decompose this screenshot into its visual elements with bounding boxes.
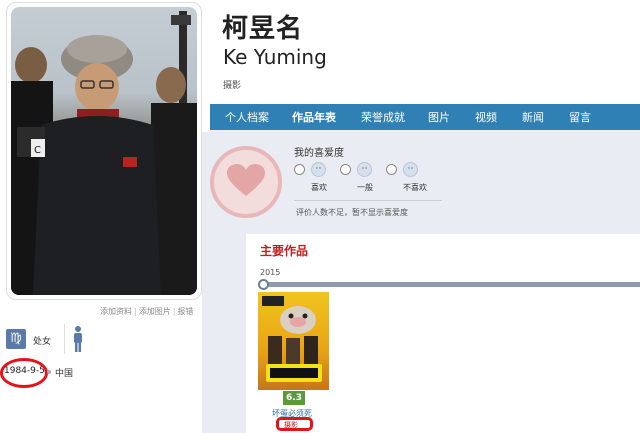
tab-comments[interactable]: 留言 — [569, 104, 591, 132]
person-role: 摄影 — [223, 81, 242, 91]
report-error-link[interactable]: 报错 — [177, 307, 193, 316]
link-separator: | — [134, 307, 137, 316]
profile-row: ♍ 处女 — [6, 324, 206, 356]
tab-honors[interactable]: 荣誉成就 — [361, 104, 405, 132]
photo-illustration: C — [11, 11, 197, 295]
movie-score-badge: 6.3 — [283, 391, 305, 405]
person-name-cn: 柯昱名 — [222, 14, 304, 44]
link-separator: | — [172, 307, 176, 316]
works-gutter — [202, 234, 246, 433]
tab-filmography[interactable]: 作品年表 — [292, 104, 336, 132]
add-photo-link[interactable]: 添加图片 — [139, 307, 171, 316]
annotation-rectangle — [276, 417, 313, 431]
radio-button[interactable] — [294, 164, 305, 175]
rating-title: 我的喜爱度 — [294, 148, 344, 159]
add-info-link[interactable]: 添加资料 — [100, 307, 132, 316]
timeline-year: 2015 — [260, 268, 281, 277]
tab-videos[interactable]: 视频 — [475, 104, 497, 132]
rating-note: 评价人数不足，暂不显示喜爱度 — [296, 208, 408, 217]
rating-option-neutral[interactable]: 一般 — [340, 162, 390, 196]
virgo-zodiac-icon: ♍ — [6, 329, 26, 349]
neutral-face-icon — [357, 162, 372, 177]
annotation-circle — [0, 358, 48, 388]
timeline-handle[interactable] — [258, 279, 269, 290]
tab-profile[interactable]: 个人档案 — [225, 104, 269, 132]
rating-panel: 我的喜爱度 喜欢 一般 不喜欢 评价人数不足，暂不显示喜爱度 — [202, 132, 640, 234]
rating-option-like[interactable]: 喜欢 — [294, 162, 344, 196]
rating-option-dislike[interactable]: 不喜欢 — [386, 162, 436, 196]
male-person-icon — [74, 326, 82, 352]
zodiac-label: 处女 — [33, 337, 52, 347]
rating-divider — [294, 200, 442, 201]
works-panel: 主要作品 2015 6.3 坏蛋必须死 摄影 — [246, 234, 640, 433]
radio-button[interactable] — [386, 164, 397, 175]
profile-nav-bar: 个人档案 作品年表 荣誉成就 图片 视频 新闻 留言 — [210, 104, 640, 132]
divider — [64, 324, 65, 354]
tab-photos[interactable]: 图片 — [428, 104, 450, 132]
tab-news[interactable]: 新闻 — [522, 104, 544, 132]
birth-row: 1984-9-5 中国 — [0, 358, 200, 390]
rating-label: 不喜欢 — [403, 183, 427, 192]
person-photo-frame: C — [6, 2, 202, 300]
country: 中国 — [55, 369, 74, 379]
heart-icon — [227, 164, 265, 196]
timeline-bar[interactable] — [264, 282, 640, 287]
person-photo[interactable]: C — [11, 7, 197, 295]
person-name-en: Ke Yuming — [223, 45, 327, 69]
works-title: 主要作品 — [260, 244, 309, 258]
photo-links: 添加资料 | 添加图片 | 报错 — [100, 306, 193, 317]
smile-face-icon — [311, 162, 326, 177]
sad-face-icon — [403, 162, 418, 177]
poster-illustration — [262, 296, 322, 382]
movie-poster[interactable] — [258, 292, 329, 390]
rating-label: 喜欢 — [311, 183, 327, 192]
country-bullet — [47, 370, 51, 374]
heart-badge — [210, 146, 282, 218]
radio-button[interactable] — [340, 164, 351, 175]
svg-text:C: C — [34, 145, 41, 156]
rating-label: 一般 — [357, 183, 373, 192]
page: C 添加资料 | 添加图片 | 报错 ♍ 处女 1984-9-5 中国 柯昱名 Ke Y… — [0, 0, 640, 433]
